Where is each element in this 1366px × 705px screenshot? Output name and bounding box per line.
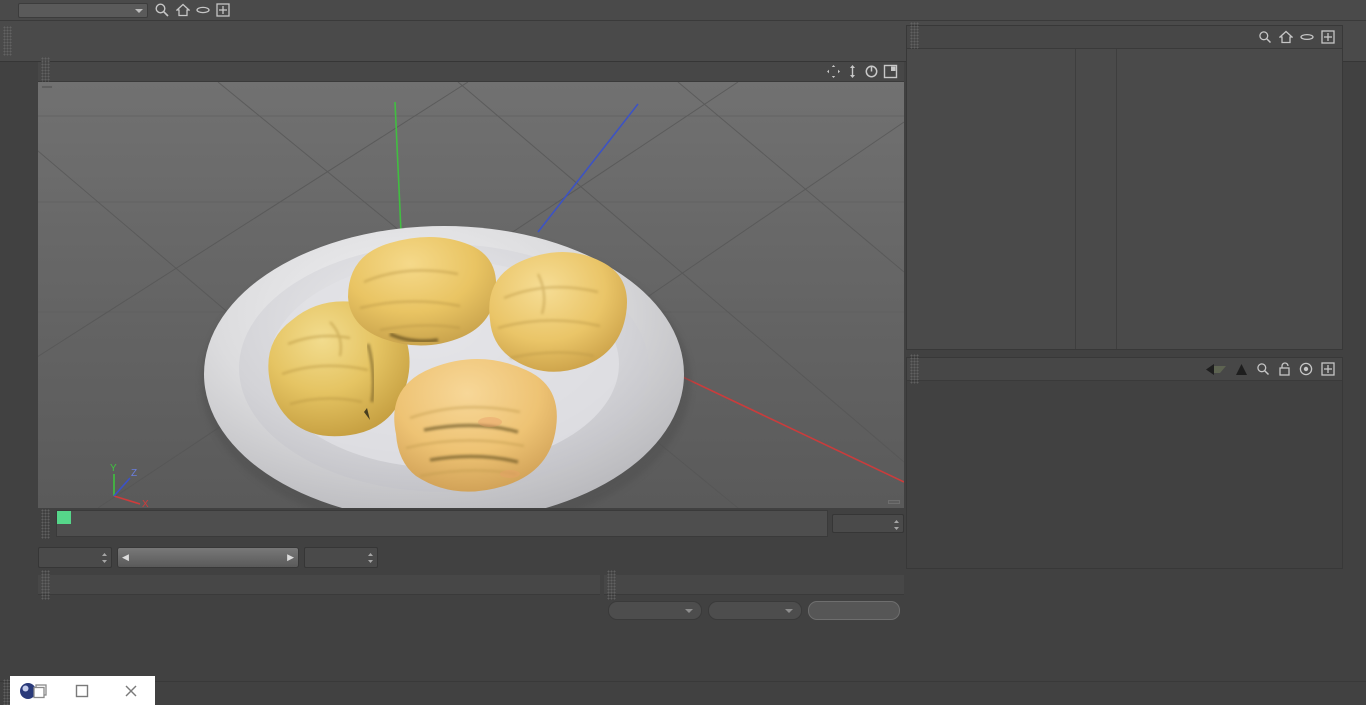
svg-text:X: X bbox=[142, 499, 149, 508]
main-menu-bar bbox=[0, 0, 1366, 21]
grid-spacing-label bbox=[888, 500, 900, 504]
timeline-playhead[interactable] bbox=[57, 511, 71, 524]
object-column-divider-1 bbox=[1075, 49, 1076, 349]
apply-button[interactable] bbox=[808, 601, 900, 620]
timeline-bar bbox=[38, 508, 904, 539]
axis-gizmo: Y X Z bbox=[98, 458, 158, 508]
c4d-sphere-icon[interactable] bbox=[10, 676, 58, 705]
svg-text:Y: Y bbox=[110, 463, 117, 474]
material-manager bbox=[38, 569, 600, 680]
end-frame-field[interactable] bbox=[304, 546, 378, 568]
start-frame-field[interactable] bbox=[38, 546, 112, 568]
attribute-manager bbox=[906, 354, 1343, 569]
viewport-3d-canvas[interactable]: Y X Z bbox=[38, 82, 904, 508]
coordinates-header bbox=[604, 569, 904, 600]
material-list bbox=[38, 595, 600, 605]
object-manager-tree[interactable] bbox=[907, 49, 1342, 349]
expand-icon[interactable] bbox=[216, 3, 230, 17]
attribute-manager-icons bbox=[1205, 362, 1342, 376]
range-left-arrow-icon[interactable]: ◀ bbox=[122, 552, 129, 563]
object-manager-icons bbox=[1258, 30, 1342, 44]
spinner-icon[interactable] bbox=[893, 518, 900, 532]
coordinates-manager bbox=[604, 569, 904, 680]
chevron-down-icon bbox=[685, 609, 693, 613]
cinema4d-window: Y X Z ◀ ▶ bbox=[0, 0, 1366, 705]
object-manager bbox=[906, 22, 1343, 350]
coordinates-grip[interactable] bbox=[607, 569, 616, 600]
back-arrow-icon[interactable] bbox=[1205, 363, 1227, 376]
attribute-manager-grip[interactable] bbox=[910, 354, 919, 384]
left-toolbar bbox=[0, 62, 38, 705]
viewport-nav-icons bbox=[826, 64, 904, 79]
material-menu-bar bbox=[38, 569, 600, 600]
right-tab-strip bbox=[1345, 25, 1366, 570]
object-column-divider-2 bbox=[1116, 49, 1117, 349]
search-icon[interactable] bbox=[1256, 362, 1270, 376]
viewport-pan-icon[interactable] bbox=[826, 64, 841, 79]
link-icon[interactable] bbox=[196, 3, 210, 17]
expand-icon[interactable] bbox=[1321, 362, 1335, 376]
object-manager-menu-bar bbox=[907, 22, 1342, 52]
size-mode-dropdown[interactable] bbox=[708, 601, 802, 620]
viewport-dolly-icon[interactable] bbox=[845, 64, 860, 79]
range-right-arrow-icon[interactable]: ▶ bbox=[287, 552, 294, 563]
timeline-grip[interactable] bbox=[41, 508, 50, 539]
svg-text:Z: Z bbox=[131, 468, 137, 479]
lock-icon[interactable] bbox=[1278, 362, 1291, 376]
maxon-branding bbox=[2, 72, 36, 222]
viewport-perspective-label bbox=[41, 85, 53, 89]
attribute-manager-menu-bar bbox=[907, 354, 1342, 384]
timeline-ruler[interactable] bbox=[56, 510, 828, 537]
preview-range-slider[interactable]: ◀ ▶ bbox=[117, 546, 299, 568]
window-controls-popup bbox=[10, 676, 155, 705]
chevron-down-icon bbox=[785, 609, 793, 613]
toolbar-grip[interactable] bbox=[3, 26, 12, 56]
coordinate-system-dropdown[interactable] bbox=[608, 601, 702, 620]
home-icon[interactable] bbox=[1279, 30, 1293, 44]
close-window-button[interactable] bbox=[107, 676, 155, 705]
link-icon[interactable] bbox=[1300, 32, 1314, 42]
maximize-window-button[interactable] bbox=[58, 676, 106, 705]
target-icon[interactable] bbox=[1299, 362, 1313, 376]
object-manager-grip[interactable] bbox=[910, 22, 919, 52]
viewport-rotate-icon[interactable] bbox=[864, 64, 879, 79]
search-icon[interactable] bbox=[154, 2, 170, 18]
material-grip[interactable] bbox=[41, 569, 50, 600]
home-icon[interactable] bbox=[176, 3, 190, 17]
viewport-menu-bar bbox=[38, 56, 904, 87]
chevron-down-icon bbox=[135, 8, 143, 13]
spinner-icon[interactable] bbox=[367, 551, 374, 565]
spinner-icon[interactable] bbox=[101, 551, 108, 565]
transport-bar: ◀ ▶ bbox=[38, 541, 904, 573]
viewport-maximize-icon[interactable] bbox=[883, 64, 898, 79]
coordinates-footer bbox=[604, 598, 904, 620]
timeline-current-frame-field[interactable] bbox=[832, 514, 904, 533]
viewport-panel: Y X Z bbox=[38, 56, 904, 508]
expand-icon[interactable] bbox=[1321, 30, 1335, 44]
search-icon[interactable] bbox=[1258, 30, 1272, 44]
up-arrow-icon[interactable] bbox=[1235, 363, 1248, 376]
layout-select[interactable] bbox=[18, 2, 148, 18]
status-bar bbox=[0, 678, 1366, 705]
attribute-manager-body[interactable] bbox=[907, 381, 1342, 568]
